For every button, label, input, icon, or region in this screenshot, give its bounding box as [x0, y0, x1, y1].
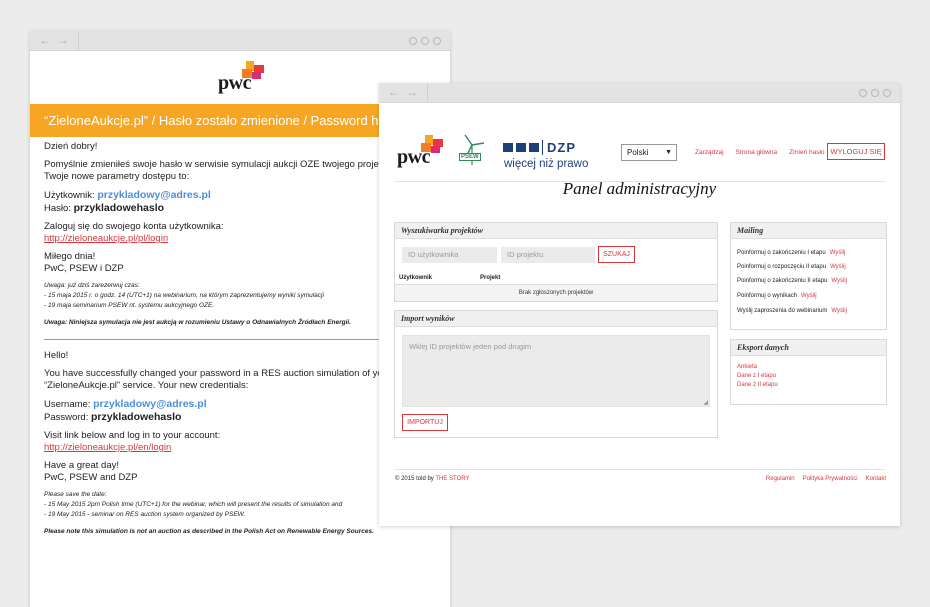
- column-user[interactable]: Użytkownik: [399, 271, 432, 285]
- circle-icon[interactable]: [859, 89, 867, 97]
- mailing-item: Poinformuj o rozpoczęciu II etapu Wyślij: [737, 264, 846, 270]
- divider: [395, 469, 885, 470]
- circle-icon[interactable]: [421, 37, 429, 45]
- user-email[interactable]: przykladowy@adres.pl: [97, 189, 211, 201]
- empty-table-message: Brak zgłoszonych projektów: [395, 285, 717, 301]
- resize-handle-icon[interactable]: ◢: [703, 399, 708, 406]
- admin-window: ←→ pwc PSEW DZP więcej niż prawo Polski …: [379, 83, 900, 526]
- nav-home[interactable]: Strona główna: [736, 149, 778, 156]
- panel-heading: Eksport danych: [731, 340, 886, 356]
- data-export-panel: Eksport danych Ankieta Dane z I etapu Da…: [730, 339, 887, 405]
- panel-heading: Import wyników: [395, 311, 717, 327]
- mailing-panel: Mailing Poinformuj o zakończeniu I etapu…: [730, 222, 887, 330]
- project-id-input[interactable]: ID projektu: [501, 247, 595, 263]
- send-link[interactable]: Wyślij: [801, 293, 817, 299]
- circle-icon[interactable]: [409, 37, 417, 45]
- back-forward-arrows-icon[interactable]: ←→: [388, 85, 424, 99]
- nav-manage[interactable]: Zarządzaj: [695, 149, 724, 156]
- terms-link[interactable]: Regulamin: [766, 476, 795, 482]
- divider: [44, 339, 384, 340]
- wind-turbine-icon: [464, 134, 485, 165]
- column-project[interactable]: Projekt: [480, 271, 500, 285]
- send-link[interactable]: Wyślij: [831, 278, 847, 284]
- nav-change-password[interactable]: Zmień hasło: [789, 149, 824, 156]
- mailing-item: Wyślij zaproszenia do webinarium Wyślij: [737, 308, 847, 314]
- page-title: Panel administracyjny: [562, 179, 717, 198]
- site-header: pwc PSEW DZP więcej niż prawo Polski ▼ Z…: [379, 103, 900, 182]
- panel-heading: Wyszukiwarka projektów: [395, 223, 717, 239]
- language-select[interactable]: Polski ▼: [621, 144, 677, 161]
- footer-links: Regulamin Polityka Prywatności Kontakt: [766, 476, 886, 482]
- password-value: przykladowehaslo: [91, 411, 182, 423]
- mailing-item: Poinformuj o wynikach Wyślij: [737, 293, 817, 299]
- circle-icon[interactable]: [883, 89, 891, 97]
- back-forward-arrows-icon[interactable]: ←→: [39, 33, 75, 47]
- logout-button[interactable]: WYLOGUJ SIĘ: [827, 143, 885, 160]
- project-search-panel: Wyszukiwarka projektów ID użytkownika ID…: [394, 222, 718, 302]
- export-survey-link[interactable]: Ankieta: [737, 364, 757, 370]
- privacy-link[interactable]: Polityka Prywatności: [803, 476, 858, 482]
- footer-copyright: © 2015 told by THE STORY: [395, 476, 470, 482]
- browser-chrome: ←→: [379, 83, 900, 103]
- pwc-logo[interactable]: pwc: [397, 135, 447, 169]
- send-link[interactable]: Wyślij: [830, 264, 846, 270]
- pwc-logo: pwc: [218, 61, 268, 95]
- import-button[interactable]: IMPORTUJ: [402, 414, 448, 431]
- window-controls: [409, 37, 441, 45]
- export-stage1-link[interactable]: Dane z I etapu: [737, 373, 776, 379]
- send-link[interactable]: Wyślij: [831, 308, 847, 314]
- search-button[interactable]: SZUKAJ: [598, 246, 635, 263]
- mailing-item: Poinformuj o zakończeniu II etapu Wyślij: [737, 278, 847, 284]
- chevron-down-icon: ▼: [665, 149, 672, 156]
- table-header: Użytkownik Projekt: [395, 271, 717, 285]
- import-results-panel: Import wyników Wklej ID projektów jeden …: [394, 310, 718, 438]
- panel-heading: Mailing: [731, 223, 886, 239]
- login-link-en[interactable]: http://zieloneaukcje.pl/en/login: [44, 442, 171, 453]
- send-link[interactable]: Wyślij: [830, 250, 846, 256]
- circle-icon[interactable]: [871, 89, 879, 97]
- login-link-pl[interactable]: http://zieloneaukcje.pl/pl/login: [44, 233, 168, 244]
- disclaimer-en: Please note this simulation is not an au…: [44, 528, 374, 535]
- psew-logo[interactable]: PSEW: [455, 133, 489, 167]
- circle-icon[interactable]: [433, 37, 441, 45]
- project-ids-textarea[interactable]: Wklej ID projektów jeden pod drugim ◢: [402, 335, 710, 407]
- dzp-logo[interactable]: DZP więcej niż prawo: [503, 139, 588, 170]
- studio-link[interactable]: THE STORY: [435, 476, 469, 482]
- export-stage2-link[interactable]: Dane z II etapu: [737, 382, 778, 388]
- browser-chrome: ←→: [30, 31, 450, 51]
- mailing-item: Poinformuj o zakończeniu I etapu Wyślij: [737, 250, 846, 256]
- window-controls: [859, 89, 891, 97]
- user-id-input[interactable]: ID użytkownika: [402, 247, 497, 263]
- password-value: przykladowehaslo: [73, 202, 165, 214]
- user-email[interactable]: przykladowy@adres.pl: [93, 398, 207, 410]
- contact-link[interactable]: Kontakt: [866, 476, 886, 482]
- top-navigation: Zarządzaj Strona główna Zmień hasło: [695, 149, 825, 156]
